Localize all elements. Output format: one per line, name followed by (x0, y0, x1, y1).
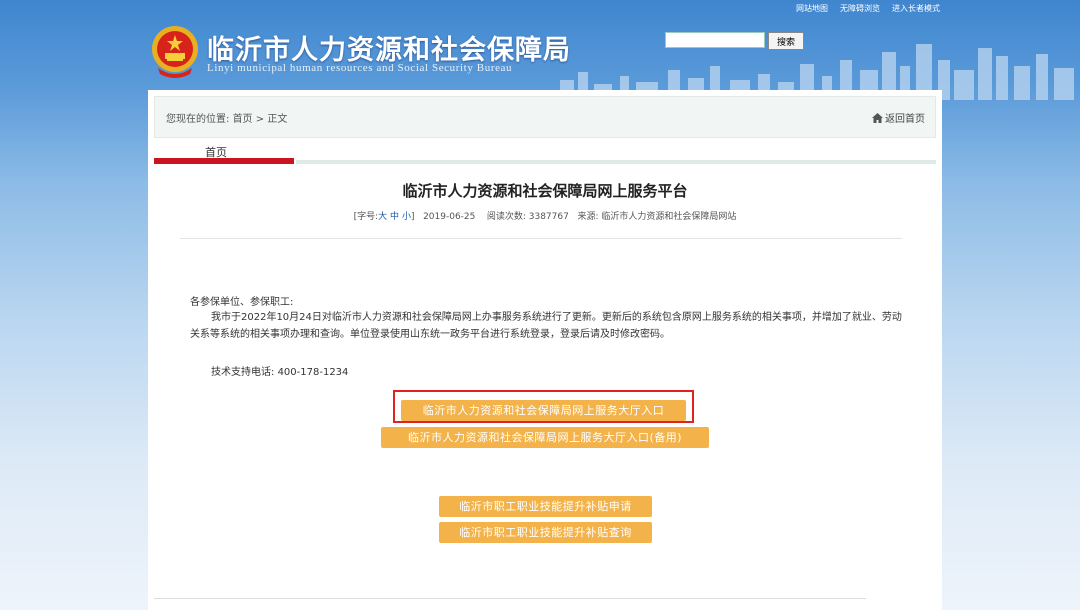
search-input[interactable] (665, 32, 765, 48)
tab-underline (296, 160, 936, 164)
back-home-link[interactable]: 返回首页 (872, 110, 925, 125)
font-size-label-close: ] (410, 212, 415, 222)
title-divider (180, 238, 902, 239)
back-home-label: 返回首页 (885, 114, 925, 125)
publish-date: 2019-06-25 (423, 212, 476, 222)
service-hall-backup-entry-button[interactable]: 临沂市人力资源和社会保障局网上服务大厅入口(备用) (381, 427, 709, 448)
breadcrumb-home-link[interactable]: 首页 (233, 114, 253, 125)
views-count: 3387767 (528, 212, 569, 222)
font-size-label: [字号: (353, 212, 379, 222)
article-meta: [字号:大 中 小] 2019-06-25 阅读次数: 3387767 来源: … (148, 209, 942, 222)
breadcrumb: 您现在的位置: 首页 > 正文 返回首页 (154, 96, 936, 138)
search-button[interactable]: 搜索 (768, 32, 805, 50)
accessibility-link[interactable]: 无障碍浏览 (840, 3, 880, 14)
breadcrumb-separator: > (255, 114, 265, 125)
breadcrumb-current: 正文 (267, 114, 288, 125)
font-size-medium[interactable]: 中 (390, 212, 399, 222)
active-tab-indicator (154, 158, 294, 164)
breadcrumb-prefix: 您现在的位置: (166, 114, 230, 125)
article-title: 临沂市人力资源和社会保障局网上服务平台 (402, 182, 688, 200)
search-bar: 搜索 (665, 32, 805, 50)
support-phone: 技术支持电话: 400-178-1234 (211, 363, 348, 378)
national-emblem-icon (152, 26, 198, 78)
skill-subsidy-apply-button[interactable]: 临沂市职工职业技能提升补贴申请 (439, 496, 652, 517)
support-phone-number: 400-178-1234 (277, 367, 349, 378)
font-size-small[interactable]: 小 (402, 212, 411, 222)
source-label: 来源: (577, 212, 599, 222)
service-hall-entry-button[interactable]: 临沂市人力资源和社会保障局网上服务大厅入口 (401, 400, 686, 421)
sitemap-link[interactable]: 网站地图 (796, 3, 828, 14)
top-links: 网站地图 无障碍浏览 进入长者模式 (796, 3, 940, 14)
footer-divider (154, 598, 866, 599)
support-phone-label: 技术支持电话: (211, 367, 275, 378)
skill-subsidy-query-button[interactable]: 临沂市职工职业技能提升补贴查询 (439, 522, 652, 543)
site-subtitle: Linyi municipal human resources and Soci… (207, 62, 513, 74)
font-size-large[interactable]: 大 (378, 212, 387, 222)
content-panel: 您现在的位置: 首页 > 正文 返回首页 首页 临沂市人力资源和社会保障局网上服… (148, 90, 942, 610)
home-icon (872, 113, 883, 123)
article-greeting: 各参保单位、参保职工: (190, 297, 294, 308)
article-paragraph: 我市于2022年10月24日对临沂市人力资源和社会保障局网上办事服务系统进行了更… (190, 312, 902, 340)
breadcrumb-trail: 您现在的位置: 首页 > 正文 (166, 110, 287, 125)
elder-mode-link[interactable]: 进入长者模式 (892, 3, 940, 14)
source-value: 临沂市人力资源和社会保障局网站 (601, 212, 737, 222)
views-label: 阅读次数: (486, 212, 526, 222)
